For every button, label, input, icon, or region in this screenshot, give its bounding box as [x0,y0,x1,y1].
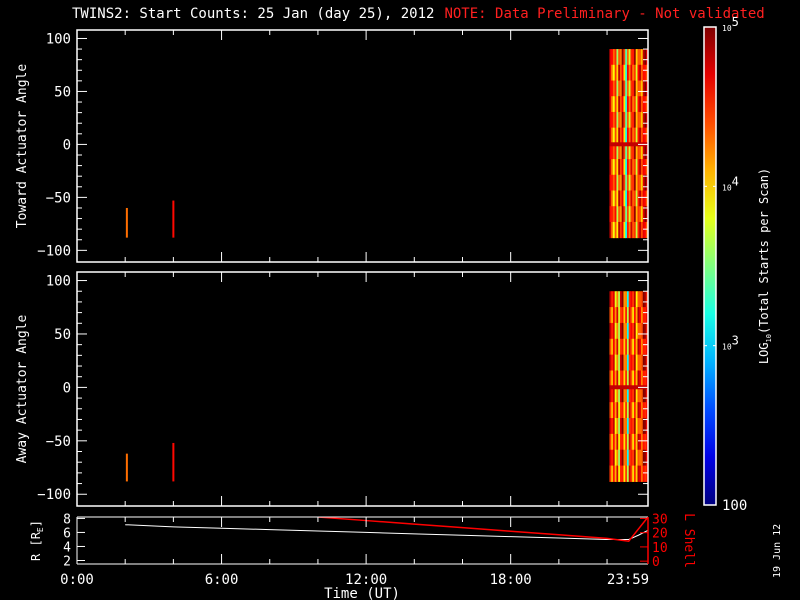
x-tick-label: 6:00 [205,572,239,588]
x-tick-label: 18:00 [490,572,532,588]
y-tick-label: 4 [63,540,71,555]
lshell-series-line [317,517,648,543]
y-tick-label: 6 [63,526,71,541]
count-spike [125,207,128,238]
plot-window: TWINS2: Start Counts: 25 Jan (day 25), 2… [0,0,800,600]
y-tick-label: −50 [46,434,71,450]
y2-tick-label: 0 [652,555,660,570]
y-tick-label: 0 [63,380,71,396]
y-axis-label: Toward Actuator Angle [15,64,30,229]
count-spike [125,453,128,482]
colorbar-tick-label: 103 [722,334,739,352]
colorbar-label-rest: (Total Starts per Scan) [757,168,771,334]
tick-base: 10 [722,24,732,33]
colorbar [703,26,717,506]
lshell-axis-label: L Shell [681,513,696,568]
r-axis-label: R [RE] [29,520,45,561]
y-tick-label: 100 [46,31,71,47]
y-tick-label: −50 [46,190,71,206]
tick-base: 100 [722,498,747,514]
r-label-end: ] [29,520,43,527]
y-tick-label: −100 [37,243,71,259]
tick-exp: 3 [732,334,739,348]
colorbar-label-log: LOG [757,342,771,364]
y-axis-label: Away Actuator Angle [15,314,30,463]
y2-tick-label: 10 [652,541,668,556]
colorbar-tick-label: 104 [722,174,739,192]
date-stamp: 19 Jun 12 [772,523,783,578]
count-spike [172,442,175,482]
tick-exp: 5 [732,15,739,29]
y-tick-label: 8 [63,512,71,527]
x-tick-label: 23:59 [607,572,649,588]
y-tick-label: 2 [63,554,71,569]
panel-frame [76,271,649,507]
chart-canvas: 100500−50−100Toward Actuator Angle100500… [15,15,773,600]
y-tick-label: 50 [54,84,71,100]
colorbar-label-sub: 10 [765,334,773,342]
tick-base: 10 [722,183,732,192]
y-tick-label: 50 [54,327,71,343]
tick-base: 10 [722,343,732,352]
y-tick-label: −100 [37,487,71,503]
y2-tick-label: 30 [652,512,668,527]
tick-exp: 4 [732,174,739,188]
colorbar-tick-label: 105 [722,15,739,33]
x-axis-label: Time (UT) [324,586,400,600]
panel-frame [76,29,649,263]
y2-tick-label: 20 [652,527,668,542]
x-tick-label: 0:00 [60,572,94,588]
r-label-text: R [R [29,531,43,561]
colorbar-label: LOG10(Total Starts per Scan) [757,168,773,364]
y-tick-label: 100 [46,274,71,290]
y-tick-label: 0 [63,137,71,153]
count-spike [172,200,175,238]
r-series-line [125,524,648,540]
colorbar-tick-label: 100 [722,498,747,514]
